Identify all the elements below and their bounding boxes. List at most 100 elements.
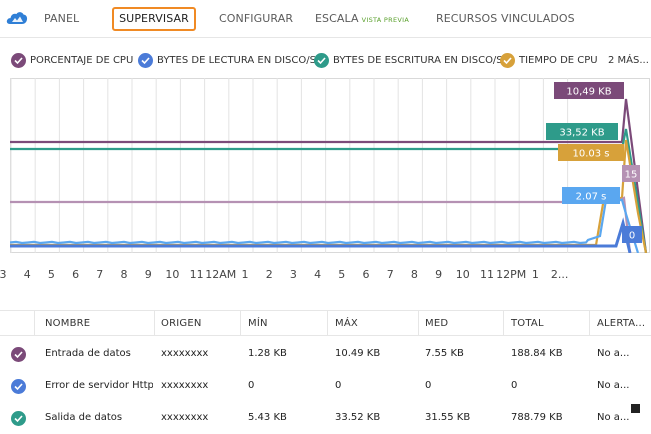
chart-legend: PORCENTAJE DE CPU BYTES DE LECTURA EN DI… — [0, 44, 651, 78]
column-separator — [154, 311, 155, 335]
x-tick-label: 10 — [165, 268, 180, 281]
series-value-label: 2.07 s — [576, 192, 607, 203]
column-separator — [327, 311, 328, 335]
column-header-name[interactable]: NOMBRE — [45, 318, 90, 329]
tab-supervisar[interactable]: SUPERVISAR — [112, 7, 196, 31]
cell-avg: 0 — [425, 380, 432, 391]
x-tick-label: 4 — [314, 268, 322, 281]
cell-max: 33.52 KB — [335, 412, 381, 423]
cell-origin: xxxxxxxx — [161, 412, 209, 423]
x-tick-label: 2... — [550, 268, 569, 281]
x-tick-label: 1 — [531, 268, 539, 281]
cell-avg: 31.55 KB — [425, 412, 471, 423]
x-tick-label: 3 — [0, 268, 7, 281]
preview-badge: VISTA PREVIA — [361, 16, 410, 24]
column-header-max[interactable]: MÁX — [335, 318, 358, 329]
cell-min: 0 — [248, 380, 255, 391]
series-line — [10, 139, 648, 253]
grid-lines — [10, 78, 650, 253]
tab-escala-label: ESCALA — [315, 12, 359, 25]
cell-max: 0 — [335, 380, 342, 391]
x-tick-label: 8 — [120, 268, 128, 281]
table-header: NOMBRE ORIGEN MÍN MÁX MED TOTAL ALERTA..… — [0, 310, 651, 336]
cell-total: 188.84 KB — [511, 348, 563, 359]
cell-total: 788.79 KB — [511, 412, 563, 423]
x-tick-label: 4 — [23, 268, 31, 281]
table-row[interactable]: Salida de datos xxxxxxxx 5.43 KB 33.52 K… — [0, 404, 651, 434]
checkmark-icon[interactable] — [11, 347, 26, 362]
x-tick-label: 7 — [386, 268, 394, 281]
checkmark-icon[interactable] — [11, 52, 26, 68]
x-tick-label: 6 — [72, 268, 80, 281]
x-tick-label: 5 — [47, 268, 55, 281]
cell-alert: No a... — [597, 348, 630, 359]
legend-item-cpu-time[interactable]: TIEMPO DE CPU — [500, 52, 598, 69]
series-line — [10, 217, 632, 253]
column-header-total[interactable]: TOTAL — [511, 318, 544, 329]
x-tick-label: 12AM — [205, 268, 237, 281]
column-separator — [589, 311, 590, 335]
legend-more-link[interactable]: 2 MÁS... — [608, 53, 649, 69]
x-tick-label: 12PM — [496, 268, 527, 281]
x-tick-label: 5 — [338, 268, 346, 281]
table-row[interactable]: Error de servidor Http... xxxxxxxx 0 0 0… — [0, 372, 651, 402]
x-tick-label: 10 — [455, 268, 470, 281]
checkmark-icon[interactable] — [11, 379, 26, 394]
x-tick-label: 3 — [289, 268, 297, 281]
cell-avg: 7.55 KB — [425, 348, 464, 359]
chart-frame — [10, 78, 650, 253]
checkmark-icon[interactable] — [314, 52, 329, 68]
table-row[interactable]: Entrada de datos xxxxxxxx 1.28 KB 10.49 … — [0, 340, 651, 370]
checkmark-icon[interactable] — [11, 411, 26, 426]
legend-item-cpu-percentage[interactable]: PORCENTAJE DE CPU — [11, 52, 133, 69]
legend-label: BYTES DE LECTURA EN DISCO/S — [157, 55, 316, 66]
x-tick-label: 6 — [362, 268, 370, 281]
series-value-label: 33,52 KB — [559, 128, 604, 139]
series-line — [10, 128, 648, 253]
checkmark-icon[interactable] — [500, 52, 515, 68]
checkmark-icon[interactable] — [138, 52, 153, 68]
tab-panel[interactable]: PANEL — [44, 12, 79, 25]
column-header-origin[interactable]: ORIGEN — [161, 318, 202, 329]
series-value-label: 10.03 s — [572, 149, 609, 160]
column-separator — [418, 311, 419, 335]
x-tick-label: 11 — [480, 268, 494, 281]
tab-configurar[interactable]: CONFIGURAR — [219, 12, 293, 25]
legend-item-disk-read[interactable]: BYTES DE LECTURA EN DISCO/S — [138, 52, 316, 69]
chart-canvas: 10,49 KB 33,52 KB 10.03 s 15 2.07 s 0 — [10, 78, 650, 253]
x-tick-label: 9 — [435, 268, 443, 281]
cell-total: 0 — [511, 380, 518, 391]
cell-alert: No a... — [597, 412, 630, 423]
cell-max: 10.49 KB — [335, 348, 381, 359]
cell-name: Entrada de datos — [45, 348, 131, 359]
series-value-label: 0 — [629, 231, 635, 242]
cell-name: Salida de datos — [45, 412, 123, 423]
column-header-min[interactable]: MÍN — [248, 318, 268, 329]
x-tick-label: 8 — [410, 268, 418, 281]
legend-label: BYTES DE ESCRITURA EN DISCO/S — [333, 55, 503, 66]
cell-origin: xxxxxxxx — [161, 348, 209, 359]
cell-min: 1.28 KB — [248, 348, 287, 359]
column-separator — [240, 311, 241, 335]
scrollbar-thumb[interactable] — [631, 404, 640, 413]
x-axis: 3 4 5 6 7 8 9 10 11 12AM 1 2 3 4 5 6 7 8 9 10 11 12PM 1 2... — [0, 268, 651, 286]
x-tick-label: 11 — [189, 268, 204, 281]
column-separator — [34, 311, 35, 335]
x-tick-label: 9 — [144, 268, 152, 281]
column-header-alert[interactable]: ALERTA... — [597, 318, 645, 329]
column-separator — [503, 311, 504, 335]
cell-min: 5.43 KB — [248, 412, 287, 423]
tab-recursos-vinculados[interactable]: RECURSOS VINCULADOS — [436, 12, 575, 25]
cell-alert: No a... — [597, 380, 630, 391]
legend-item-disk-write[interactable]: BYTES DE ESCRITURA EN DISCO/S — [314, 52, 503, 69]
tab-escala[interactable]: ESCALA VISTA PREVIA — [315, 12, 409, 25]
x-tick-label: 2 — [265, 268, 273, 281]
metrics-chart[interactable]: 10,49 KB 33,52 KB 10.03 s 15 2.07 s 0 — [10, 78, 650, 253]
x-tick-label: 1 — [241, 268, 249, 281]
legend-label: TIEMPO DE CPU — [519, 55, 598, 66]
cell-name: Error de servidor Http... — [45, 380, 153, 391]
column-header-avg[interactable]: MED — [425, 318, 448, 329]
series-value-label: 15 — [625, 170, 638, 181]
cell-origin: xxxxxxxx — [161, 380, 209, 391]
cloud-service-icon[interactable] — [6, 11, 28, 28]
